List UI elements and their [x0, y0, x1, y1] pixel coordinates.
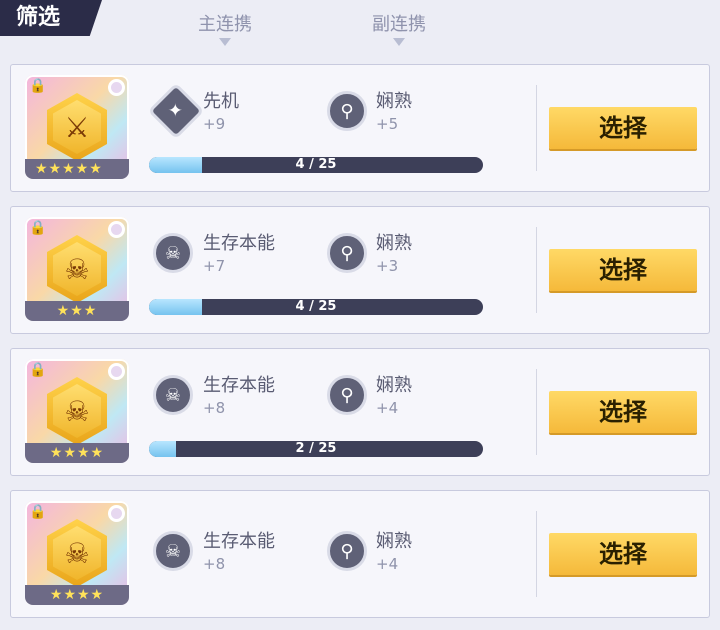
secondary-stat-name: 娴熟	[376, 91, 412, 112]
secondary-stat-value: +4	[376, 555, 399, 573]
item-tile[interactable]: 🔒 ☠ ★★★★	[25, 501, 129, 605]
progress-bar: 4 / 25	[149, 157, 483, 173]
secondary-stat-value: +4	[376, 399, 399, 417]
lock-icon[interactable]: 🔒	[29, 78, 46, 94]
item-tile[interactable]: 🔒 ☠ ★★★★	[25, 359, 129, 463]
primary-stat-value: +7	[203, 257, 226, 275]
dagger-icon: ✦	[147, 82, 205, 140]
card-list-item[interactable]: 🔒 ☠ ★★★★ ☠ 生存本能 +8 ⚲ 娴熟 +4 选择	[10, 490, 710, 618]
hexagon-badge: ☠	[47, 235, 107, 303]
progress-bar: 4 / 25	[149, 299, 483, 315]
primary-stat-value: +9	[203, 115, 226, 133]
card-list-item[interactable]: 🔒 ⚔ ★★★★★ ✦ 先机 +9 ⚲ 娴熟 +5 4 / 25 选择	[10, 64, 710, 192]
progress-bar: 2 / 25	[149, 441, 483, 457]
ring-icon	[108, 505, 125, 522]
sort-triangle-icon	[219, 38, 231, 46]
divider	[536, 511, 537, 597]
select-button[interactable]: 选择	[549, 249, 697, 291]
select-button[interactable]: 选择	[549, 391, 697, 433]
secondary-stat-value: +5	[376, 115, 399, 133]
secondary-stat-value: +3	[376, 257, 399, 275]
select-button[interactable]: 选择	[549, 107, 697, 149]
ring-icon	[108, 221, 125, 238]
lock-icon[interactable]: 🔒	[29, 220, 46, 236]
skull-emblem-icon: ☠	[53, 384, 101, 438]
item-tile[interactable]: 🔒 ⚔ ★★★★★	[25, 75, 129, 179]
star-rating: ★★★★	[25, 443, 129, 463]
primary-stat-value: +8	[203, 555, 226, 573]
primary-stat-name: 生存本能	[203, 375, 275, 396]
star-rating: ★★★★★	[25, 159, 129, 179]
card-list-item[interactable]: 🔒 ☠ ★★★★ ☠ 生存本能 +8 ⚲ 娴熟 +4 2 / 25 选择	[10, 348, 710, 476]
divider	[536, 85, 537, 171]
primary-stat-name: 生存本能	[203, 531, 275, 552]
primary-stat-value: +8	[203, 399, 226, 417]
hexagon-badge: ☠	[47, 519, 107, 587]
lock-icon[interactable]: 🔒	[29, 362, 46, 378]
progress-text: 4 / 25	[295, 157, 337, 172]
ring-icon	[108, 363, 125, 380]
secondary-stat-name: 娴熟	[376, 531, 412, 552]
divider	[536, 369, 537, 455]
star-rating: ★★★★	[25, 585, 129, 605]
lock-icon[interactable]: 🔒	[29, 504, 46, 520]
hexagon-badge: ☠	[47, 377, 107, 445]
sword-circle-icon: ⚲	[327, 531, 367, 571]
select-button[interactable]: 选择	[549, 533, 697, 575]
sort-triangle-icon	[393, 38, 405, 46]
column-header-secondary-label: 副连携	[372, 14, 426, 35]
sword-circle-icon: ⚲	[327, 375, 367, 415]
column-header-primary-label: 主连携	[198, 14, 252, 35]
primary-stat-name: 生存本能	[203, 233, 275, 254]
skull-icon: ☠	[153, 233, 193, 273]
filter-tab[interactable]: 筛选	[0, 0, 102, 36]
secondary-stat-name: 娴熟	[376, 233, 412, 254]
column-header-secondary[interactable]: 副连携	[354, 10, 444, 46]
skull-emblem-icon: ☠	[53, 242, 101, 296]
ring-icon	[108, 79, 125, 96]
skull-icon: ☠	[153, 375, 193, 415]
secondary-stat-name: 娴熟	[376, 375, 412, 396]
card-list-item[interactable]: 🔒 ☠ ★★★ ☠ 生存本能 +7 ⚲ 娴熟 +3 4 / 25 选择	[10, 206, 710, 334]
skull-icon: ☠	[153, 531, 193, 571]
skull-emblem-icon: ☠	[53, 526, 101, 580]
primary-stat-name: 先机	[203, 91, 239, 112]
progress-text: 4 / 25	[295, 299, 337, 314]
column-header-primary[interactable]: 主连携	[180, 10, 270, 46]
divider	[536, 227, 537, 313]
item-tile[interactable]: 🔒 ☠ ★★★	[25, 217, 129, 321]
sword-circle-icon: ⚲	[327, 233, 367, 273]
sword-circle-icon: ⚲	[327, 91, 367, 131]
progress-text: 2 / 25	[295, 441, 337, 456]
star-rating: ★★★	[25, 301, 129, 321]
dagger-emblem-icon: ⚔	[53, 100, 101, 154]
hexagon-badge: ⚔	[47, 93, 107, 161]
